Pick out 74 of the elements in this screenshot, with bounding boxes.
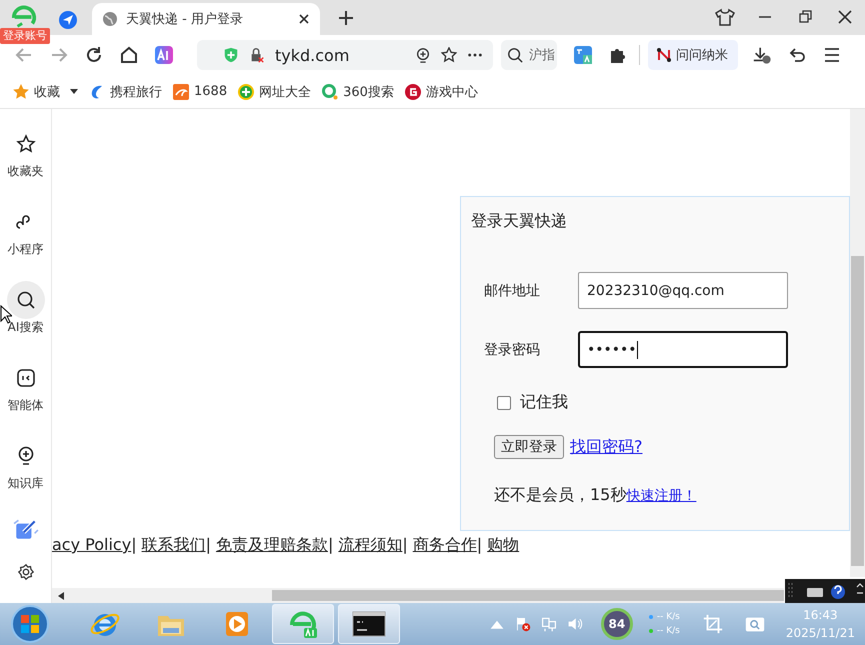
insecure-lock-icon (249, 47, 265, 63)
search-icon (507, 47, 524, 63)
footer-link[interactable]: 商务合作 (412, 535, 477, 556)
login-button[interactable]: 立即登录 (494, 435, 564, 459)
edit-note-icon[interactable] (12, 517, 38, 541)
footer-link[interactable]: 联系我们 (142, 535, 206, 556)
input-field[interactable]: •••••• (578, 331, 788, 368)
extension-button[interactable]: 问问纳米 (648, 40, 738, 70)
bookmark-item[interactable]: 360搜索 (321, 82, 394, 100)
register-prompt: 还不是会员，15秒 (494, 485, 626, 506)
ring-icon (321, 82, 340, 100)
footer-link[interactable]: 购物 (487, 535, 520, 556)
plus-circle-icon (237, 82, 256, 100)
sidebar-item[interactable]: 知识库 (6, 437, 44, 491)
bookmark-item[interactable]: 游戏中心 (404, 82, 478, 100)
footer-link[interactable]: acy Policy (52, 535, 132, 554)
panel-title: 登录天翼快递 (471, 211, 568, 232)
close-tab-icon[interactable] (298, 13, 310, 25)
sidebar-item[interactable]: 收藏夹 (6, 125, 44, 179)
bookmark-item[interactable]: 收藏 (12, 82, 78, 100)
lightbulb-icon[interactable] (415, 47, 432, 63)
footer-link[interactable]: 免责及理赔条款 (216, 535, 328, 556)
sidebar-item[interactable]: AI搜索 (6, 281, 44, 335)
bookmark-item[interactable]: 1688 (172, 82, 228, 100)
sidebar-item[interactable]: 小程序 (6, 203, 44, 257)
forgot-password-link[interactable]: 找回密码? (570, 436, 642, 458)
settings-icon[interactable] (16, 563, 34, 581)
search-field[interactable]: 沪指 (501, 40, 558, 70)
link-separator: | (131, 535, 137, 554)
browser-logo-icon[interactable] (10, 4, 38, 30)
caret-icon[interactable] (70, 88, 78, 94)
checkbox-label: 记住我 (520, 392, 568, 413)
network-speed: -- K/s (648, 610, 680, 624)
g-logo-icon (404, 82, 422, 100)
horizontal-scrollbar[interactable] (52, 588, 784, 603)
paper-plane-icon (58, 10, 78, 30)
new-tab-icon[interactable] (338, 10, 354, 26)
star-icon[interactable] (441, 47, 458, 63)
home-icon[interactable] (119, 45, 139, 65)
remember-checkbox[interactable] (497, 396, 511, 410)
shield-icon (223, 47, 239, 63)
browser-tab[interactable]: 天翼快递 - 用户登录 (92, 3, 320, 35)
bookmark-item[interactable]: 网址大全 (237, 82, 312, 100)
terminal-icon (352, 610, 386, 638)
address-bar[interactable]: tykd.com (197, 40, 494, 70)
flag-icon[interactable] (514, 616, 531, 632)
reload-icon[interactable] (84, 45, 104, 65)
login-account-badge: 登录账号 (0, 28, 50, 44)
link-separator: | (476, 535, 482, 554)
globe-icon (102, 11, 118, 27)
star-icon (12, 82, 30, 100)
sidebar-item[interactable]: 智能体 (6, 359, 44, 413)
skin-shirt-icon[interactable] (715, 8, 735, 26)
footer-link[interactable]: 流程须知 (338, 535, 402, 556)
swoosh-logo-icon (172, 82, 190, 100)
start-button[interactable] (10, 604, 50, 644)
scroll-left-icon[interactable] (58, 592, 64, 600)
link-separator: | (402, 535, 408, 554)
link-separator: | (206, 535, 211, 554)
vertical-scrollbar[interactable] (850, 109, 865, 577)
bookmark-item[interactable]: 携程旅行 (88, 82, 162, 100)
field-label: 登录密码 (484, 340, 541, 358)
system-score-badge[interactable]: 84 (600, 608, 633, 640)
download-icon[interactable] (752, 45, 772, 65)
input-field[interactable]: 20232310@qq.com (578, 272, 788, 309)
taskbar-app[interactable] (338, 604, 400, 644)
field-label: 邮件地址 (484, 282, 541, 300)
ai-icon[interactable] (154, 45, 174, 65)
network-speed: -- K/s (648, 624, 680, 638)
link-separator: | (328, 535, 334, 554)
translate-icon[interactable] (573, 45, 594, 65)
register-link[interactable]: 快速注册！ (626, 487, 696, 505)
nodes-icon (656, 47, 672, 63)
menu-icon[interactable] (822, 45, 842, 65)
